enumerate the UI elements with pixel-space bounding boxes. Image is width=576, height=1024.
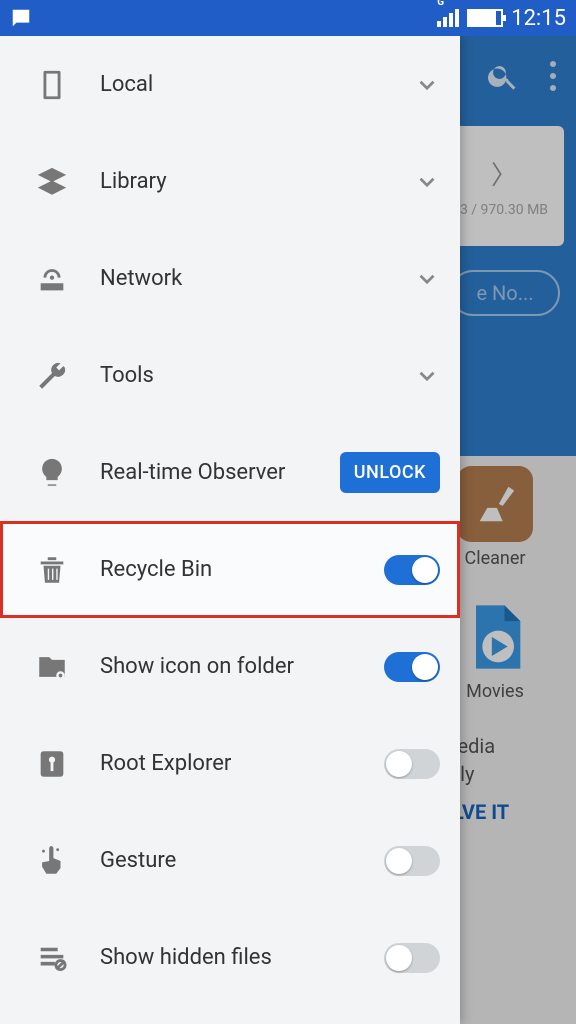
drawer-item-network[interactable]: Network [0, 230, 460, 327]
drawer-item-library[interactable]: Library [0, 133, 460, 230]
key-icon [30, 742, 74, 786]
hidden-files-icon [30, 936, 74, 980]
drawer-item-gesture[interactable]: Gesture [0, 812, 460, 909]
drawer-item-label: Show icon on folder [100, 654, 384, 679]
chevron-down-icon [414, 266, 440, 292]
drawer-item-observer[interactable]: Real-time Observer UNLOCK [0, 424, 460, 521]
clock: 12:15 [511, 6, 566, 31]
show-icon-toggle[interactable] [384, 652, 440, 682]
drawer-item-label: Tools [100, 363, 414, 388]
wrench-icon [30, 354, 74, 398]
drawer-item-root-explorer[interactable]: Root Explorer [0, 715, 460, 812]
router-icon [30, 257, 74, 301]
drawer-item-label: Recycle Bin [100, 557, 384, 582]
battery-icon [467, 9, 503, 27]
drawer-item-label: Library [100, 169, 414, 194]
drawer-item-label: Real-time Observer [100, 460, 340, 485]
signal-icon: G [437, 9, 459, 27]
drawer-item-recycle-bin[interactable]: Recycle Bin [0, 521, 460, 618]
root-explorer-toggle[interactable] [384, 749, 440, 779]
drawer-item-label: Gesture [100, 848, 384, 873]
recycle-bin-toggle[interactable] [384, 555, 440, 585]
drawer-item-show-icon[interactable]: Show icon on folder [0, 618, 460, 715]
gesture-toggle[interactable] [384, 846, 440, 876]
drawer-item-label: Network [100, 266, 414, 291]
unlock-button[interactable]: UNLOCK [340, 452, 440, 493]
status-bar: G 12:15 [0, 0, 576, 36]
chevron-down-icon [414, 169, 440, 195]
drawer-item-label: Show hidden files [100, 945, 384, 970]
gesture-icon [30, 839, 74, 883]
chevron-down-icon [414, 72, 440, 98]
drawer-item-label: Local [100, 72, 414, 97]
drawer-item-local[interactable]: Local [0, 36, 460, 133]
notification-icon [10, 7, 32, 29]
hidden-files-toggle[interactable] [384, 943, 440, 973]
trash-icon [30, 548, 74, 592]
drawer-item-label: Root Explorer [100, 751, 384, 776]
folder-eye-icon [30, 645, 74, 689]
chevron-down-icon [414, 363, 440, 389]
navigation-drawer: Local Library Network Tools [0, 36, 460, 1024]
drawer-item-hidden-files[interactable]: Show hidden files [0, 909, 460, 1006]
bulb-icon [30, 451, 74, 495]
phone-icon [30, 63, 74, 107]
drawer-item-tools[interactable]: Tools [0, 327, 460, 424]
layers-icon [30, 160, 74, 204]
